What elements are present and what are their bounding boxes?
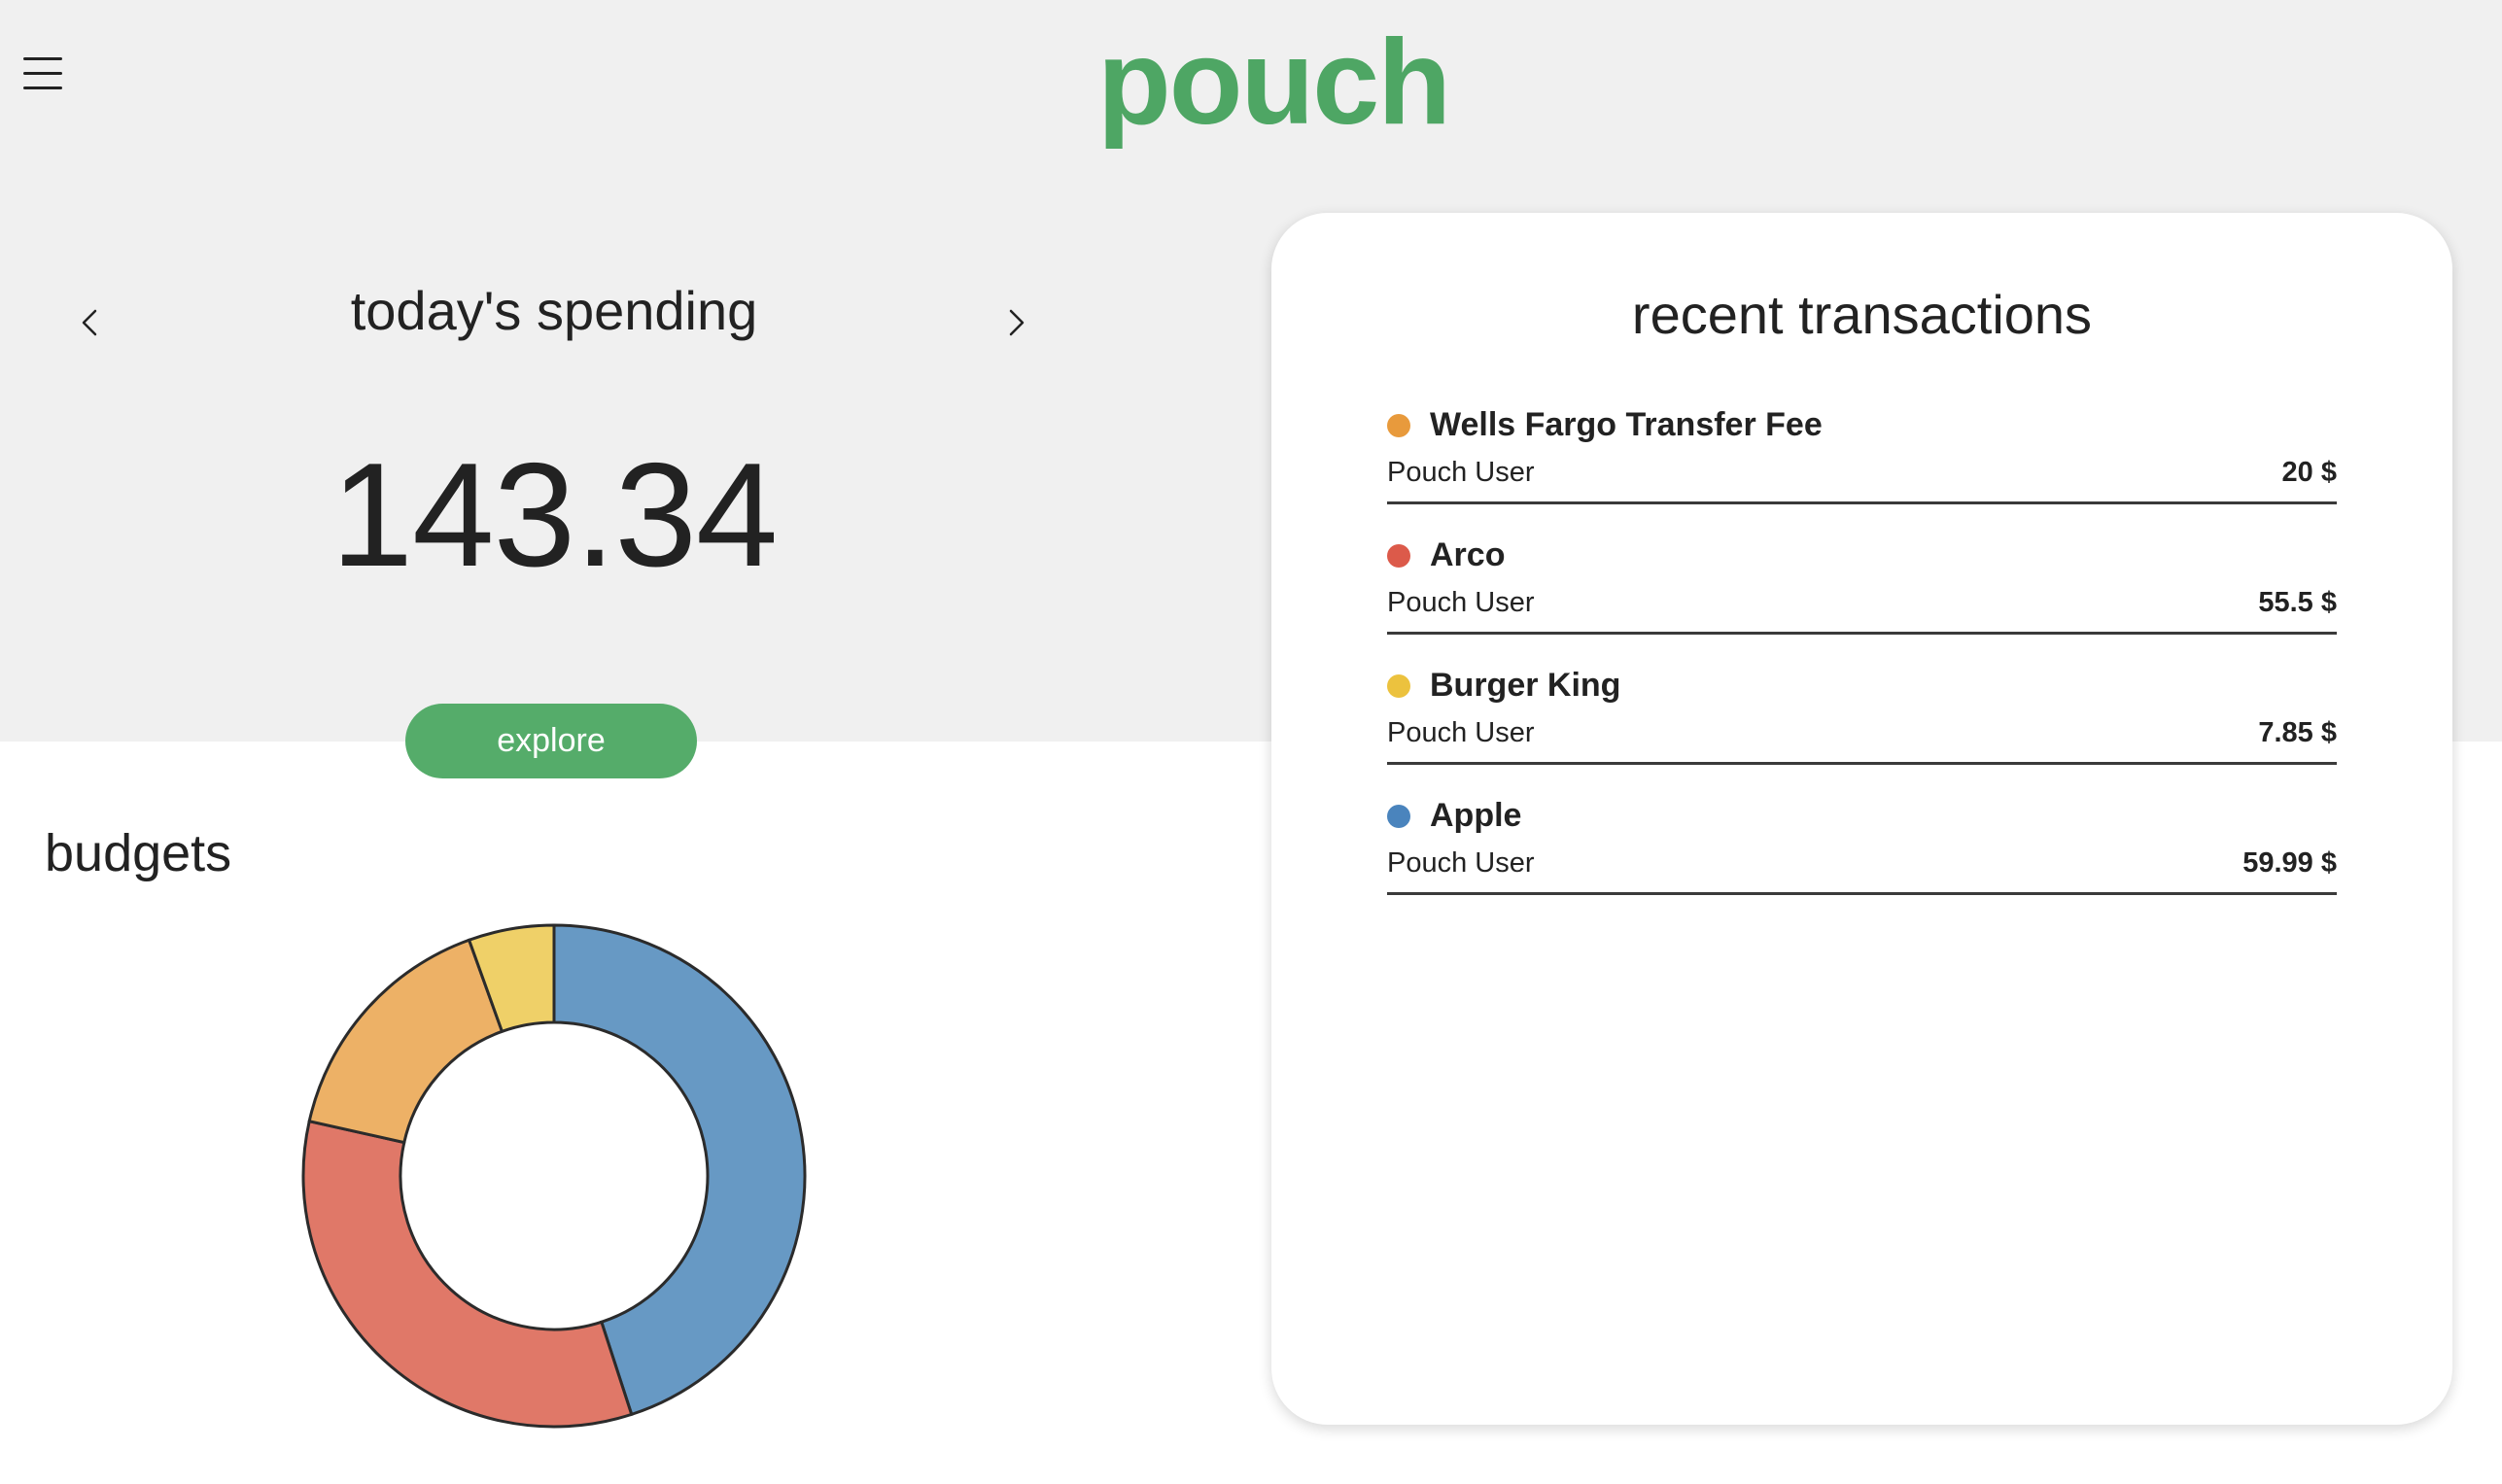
category-dot (1387, 674, 1410, 698)
transaction-amount: 59.99 $ (2242, 847, 2337, 879)
category-dot (1387, 805, 1410, 828)
transaction-user: Pouch User (1387, 457, 1535, 488)
transaction-name: Wells Fargo Transfer Fee (1430, 406, 1823, 443)
spending-amount: 143.34 (330, 432, 779, 598)
transaction-row[interactable]: Wells Fargo Transfer Fee Pouch User 20 $ (1387, 393, 2337, 523)
transactions-title: recent transactions (1631, 284, 2093, 345)
transaction-name: Arco (1430, 536, 1506, 573)
chevron-left-icon[interactable] (72, 303, 111, 342)
hamburger-menu-icon[interactable] (19, 54, 68, 95)
transaction-name: Apple (1430, 797, 1522, 834)
row-divider (1387, 632, 2337, 635)
transaction-name: Burger King (1430, 667, 1621, 704)
app-logo: pouch (1097, 16, 1451, 150)
category-dot (1387, 414, 1410, 437)
transaction-amount: 20 $ (2281, 457, 2337, 488)
row-divider (1387, 892, 2337, 895)
row-divider (1387, 762, 2337, 765)
donut-slice (301, 1119, 634, 1429)
spending-title: today's spending (350, 280, 758, 341)
transaction-row[interactable]: Apple Pouch User 59.99 $ (1387, 783, 2337, 914)
transaction-user: Pouch User (1387, 587, 1535, 618)
chevron-right-icon[interactable] (995, 303, 1034, 342)
transaction-row[interactable]: Arco Pouch User 55.5 $ (1387, 523, 2337, 653)
transactions-list: Wells Fargo Transfer Fee Pouch User 20 $… (1387, 393, 2337, 914)
budgets-title: budgets (45, 824, 232, 882)
transaction-amount: 7.85 $ (2258, 717, 2337, 748)
budget-donut-chart (301, 923, 807, 1429)
transaction-user: Pouch User (1387, 847, 1535, 879)
explore-button[interactable]: explore (405, 704, 697, 778)
donut-slice (307, 938, 504, 1145)
transaction-row[interactable]: Burger King Pouch User 7.85 $ (1387, 653, 2337, 783)
category-dot (1387, 544, 1410, 568)
row-divider (1387, 501, 2337, 504)
transactions-card: recent transactions Wells Fargo Transfer… (1271, 213, 2452, 1425)
transaction-amount: 55.5 $ (2258, 587, 2337, 618)
transaction-user: Pouch User (1387, 717, 1535, 748)
